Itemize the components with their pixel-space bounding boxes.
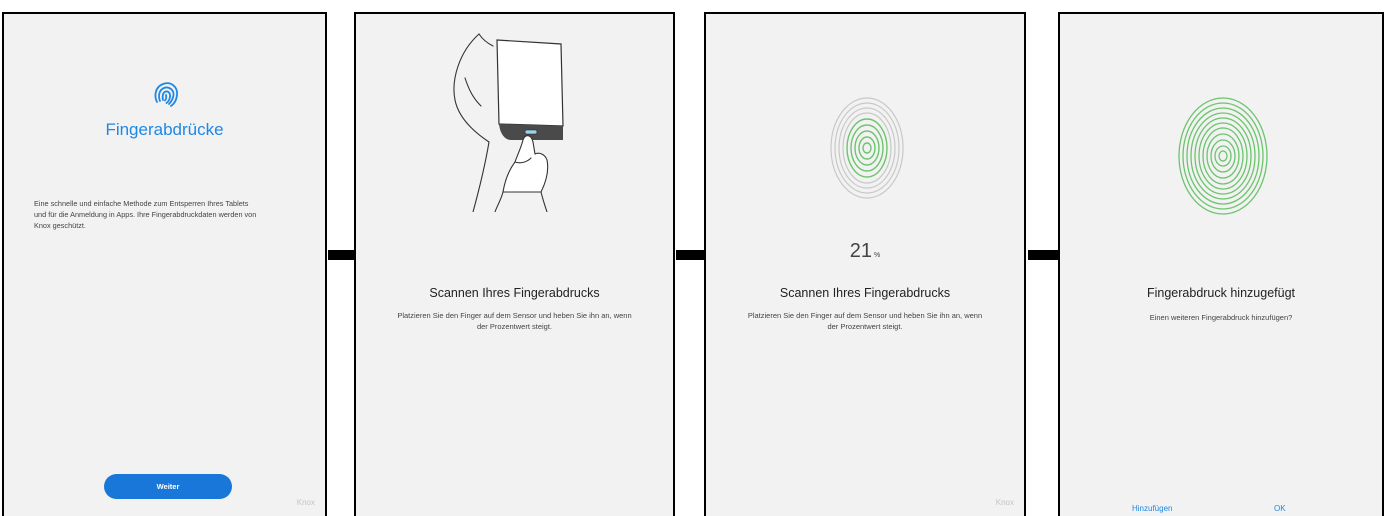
continue-button[interactable]: Weiter xyxy=(104,474,232,499)
scan-instruction: Platzieren Sie den Finger auf dem Sensor… xyxy=(397,311,632,331)
scan-title: Scannen Ihres Fingerabdrucks xyxy=(429,286,600,300)
tablet-hand-illustration xyxy=(453,33,564,212)
screen-fingerprint-added: Fingerabdruck hinzugefügt Einen weiteren… xyxy=(1058,12,1384,516)
screen-scan-instruction: Scannen Ihres Fingerabdrucks Platzieren … xyxy=(354,12,675,516)
description-text: Eine schnelle und einfache Methode zum E… xyxy=(34,199,257,230)
scan-instruction: Platzieren Sie den Finger auf dem Sensor… xyxy=(747,311,983,331)
fingerprint-icon xyxy=(154,82,178,107)
add-button[interactable]: Hinzufügen xyxy=(1132,504,1172,513)
knox-label: Knox xyxy=(296,498,315,507)
add-another-question: Einen weiteren Fingerabdruck hinzufügen? xyxy=(1149,313,1293,322)
screen-scan-progress: 21% Scannen Ihres Fingerabdrucks Platzie… xyxy=(704,12,1026,516)
fingerprint-complete-icon xyxy=(1178,97,1268,215)
progress-value: 21 xyxy=(849,240,872,262)
scan-title: Scannen Ihres Fingerabdrucks xyxy=(779,286,951,300)
screen-intro: Fingerabdrücke Eine schnelle und einfach… xyxy=(2,12,327,516)
knox-label: Knox xyxy=(995,498,1014,507)
continue-button-label: Weiter xyxy=(156,482,180,491)
ok-button[interactable]: OK xyxy=(1274,504,1286,513)
progress-unit: % xyxy=(874,252,881,259)
added-title: Fingerabdruck hinzugefügt xyxy=(1146,286,1295,300)
knox-logo: · · · · · Knox xyxy=(995,488,1014,507)
page-title: Fingerabdrücke xyxy=(105,120,224,139)
fingerprint-progress-icon xyxy=(830,97,904,199)
progress-readout: 21% xyxy=(706,240,1024,263)
knox-logo: · · · · · Knox xyxy=(296,488,315,507)
